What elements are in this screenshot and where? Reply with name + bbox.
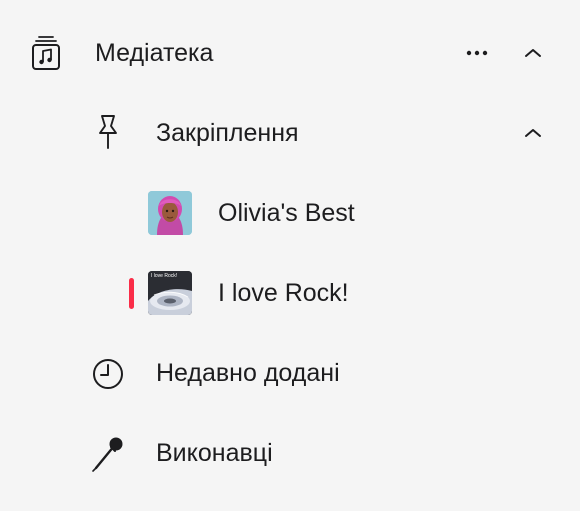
vinyl-record-artwork: I love Rock! [148, 271, 192, 315]
clock-icon [93, 359, 123, 389]
collapse-library-button[interactable] [518, 38, 548, 68]
more-ellipsis-icon [466, 50, 488, 56]
pinned-playlist-item[interactable]: I love Rock! I love Rock! [0, 265, 580, 321]
playlist-title: I love Rock! [218, 279, 349, 307]
chevron-up-icon [525, 129, 541, 137]
chevron-up-icon [525, 49, 541, 57]
sidebar-item-label: Недавно додані [156, 359, 340, 387]
sidebar-item-artists[interactable]: Виконавці [0, 425, 580, 481]
collapse-pinned-button[interactable] [518, 118, 548, 148]
pin-icon [99, 115, 117, 149]
now-playing-indicator [129, 278, 134, 309]
sidebar-item-recently-added[interactable]: Недавно додані [0, 345, 580, 401]
library-sidebar: Медіатека Закріплення Olivia's Best I lo… [0, 0, 580, 511]
memoji-avatar-artwork [148, 191, 192, 235]
pinned-playlist-item[interactable]: Olivia's Best [0, 185, 580, 241]
sidebar-item-label: Медіатека [95, 39, 214, 67]
more-button[interactable] [462, 38, 492, 68]
music-library-icon [32, 36, 60, 70]
playlist-title: Olivia's Best [218, 199, 355, 227]
sidebar-item-label: Закріплення [156, 119, 299, 147]
microphone-icon [92, 437, 123, 472]
sidebar-item-label: Виконавці [156, 439, 273, 467]
artwork-caption: I love Rock! [151, 273, 178, 279]
sidebar-item-pinned[interactable]: Закріплення [0, 105, 580, 161]
sidebar-item-library[interactable]: Медіатека [0, 25, 580, 81]
